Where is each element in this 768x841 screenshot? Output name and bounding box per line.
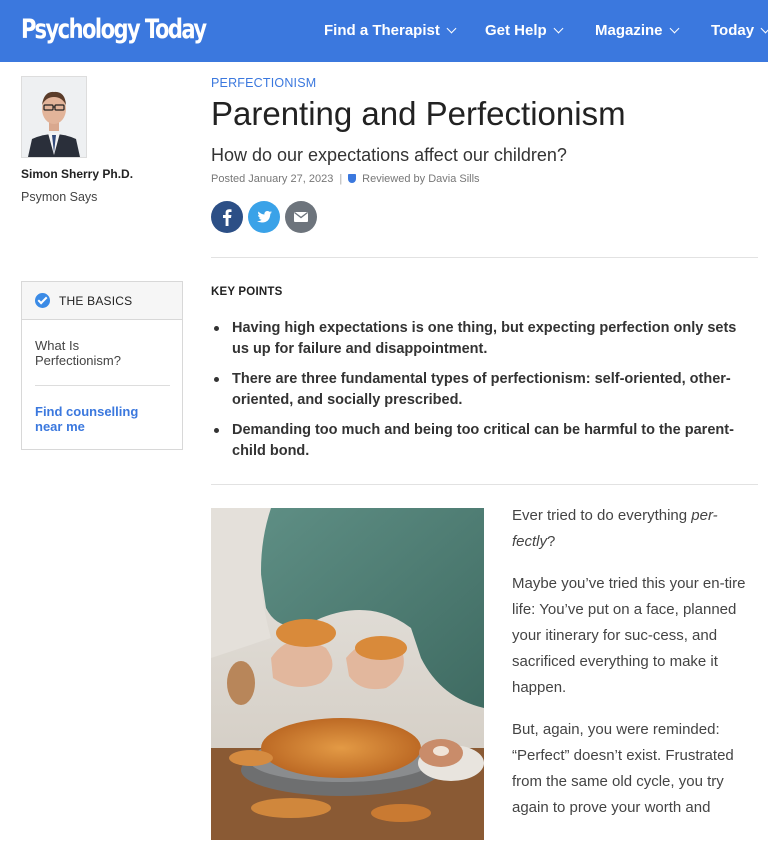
facebook-icon: [211, 201, 243, 233]
nav-today[interactable]: Today: [711, 22, 768, 39]
chevron-down-icon: [553, 23, 564, 34]
article-body: Ever tried to do everything per-fectly? …: [512, 503, 757, 837]
divider: [35, 385, 170, 386]
basics-box: THE BASICS What Is Perfectionism? Find c…: [21, 281, 183, 450]
nav-magazine[interactable]: Magazine: [595, 22, 679, 39]
author-blog[interactable]: Psymon Says: [21, 190, 97, 204]
basics-link-what-is[interactable]: What Is Perfectionism?: [35, 338, 165, 368]
divider: [211, 257, 758, 258]
email-icon: [285, 201, 317, 233]
facebook-share-button[interactable]: [211, 201, 243, 233]
key-points-list: Having high expectations is one thing, b…: [211, 318, 741, 471]
site-header: Psychology Today Find a Therapist Get He…: [0, 0, 768, 62]
basics-title: THE BASICS: [59, 294, 133, 308]
nav-label: Get Help: [485, 22, 547, 39]
paragraph: Maybe you’ve tried this your en-tire lif…: [512, 575, 746, 696]
paragraph: But, again, you were reminded: “Perfect”…: [512, 721, 734, 816]
nav-label: Today: [711, 22, 755, 39]
paragraph: Ever tried to do everything per-fectly?: [512, 503, 757, 555]
basics-link-find-counselling[interactable]: Find counselling near me: [35, 404, 165, 434]
chevron-down-icon: [446, 23, 457, 34]
meta-divider: |: [339, 173, 343, 185]
paragraph-text: ?: [547, 533, 556, 550]
nav-label: Find a Therapist: [324, 22, 440, 39]
paragraph-text: Ever tried to do everything: [512, 507, 692, 524]
posted-date: Posted January 27, 2023: [211, 173, 334, 185]
divider: [211, 484, 758, 485]
chevron-down-icon: [669, 23, 679, 34]
nav-label: Magazine: [595, 22, 663, 39]
article-image: [211, 508, 484, 840]
author-name[interactable]: Simon Sherry Ph.D.: [21, 167, 133, 181]
author-photo[interactable]: [21, 76, 87, 158]
twitter-icon: [248, 201, 280, 233]
shield-icon: [348, 174, 357, 183]
check-circle-icon: [35, 293, 50, 308]
basics-header: THE BASICS: [22, 282, 182, 320]
site-logo[interactable]: Psychology Today: [21, 14, 207, 45]
page-title: Parenting and Perfectionism: [211, 95, 626, 132]
article-meta: Posted January 27, 2023 | Reviewed by Davi…: [211, 173, 480, 185]
key-point: Having high expectations is one thing, b…: [211, 318, 741, 359]
topic-kicker[interactable]: PERFECTIONISM: [211, 76, 316, 90]
key-point: There are three fundamental types of per…: [211, 369, 741, 410]
reviewed-by[interactable]: Reviewed by Davia Sills: [362, 173, 479, 185]
key-point: Demanding too much and being too critica…: [211, 420, 741, 461]
twitter-share-button[interactable]: [248, 201, 280, 233]
key-points-title: KEY POINTS: [211, 286, 283, 298]
email-share-button[interactable]: [285, 201, 317, 233]
page-subtitle: How do our expectations affect our child…: [211, 145, 567, 165]
nav-get-help[interactable]: Get Help: [485, 22, 564, 39]
nav-find-therapist[interactable]: Find a Therapist: [324, 22, 457, 39]
chevron-down-icon: [760, 23, 768, 34]
